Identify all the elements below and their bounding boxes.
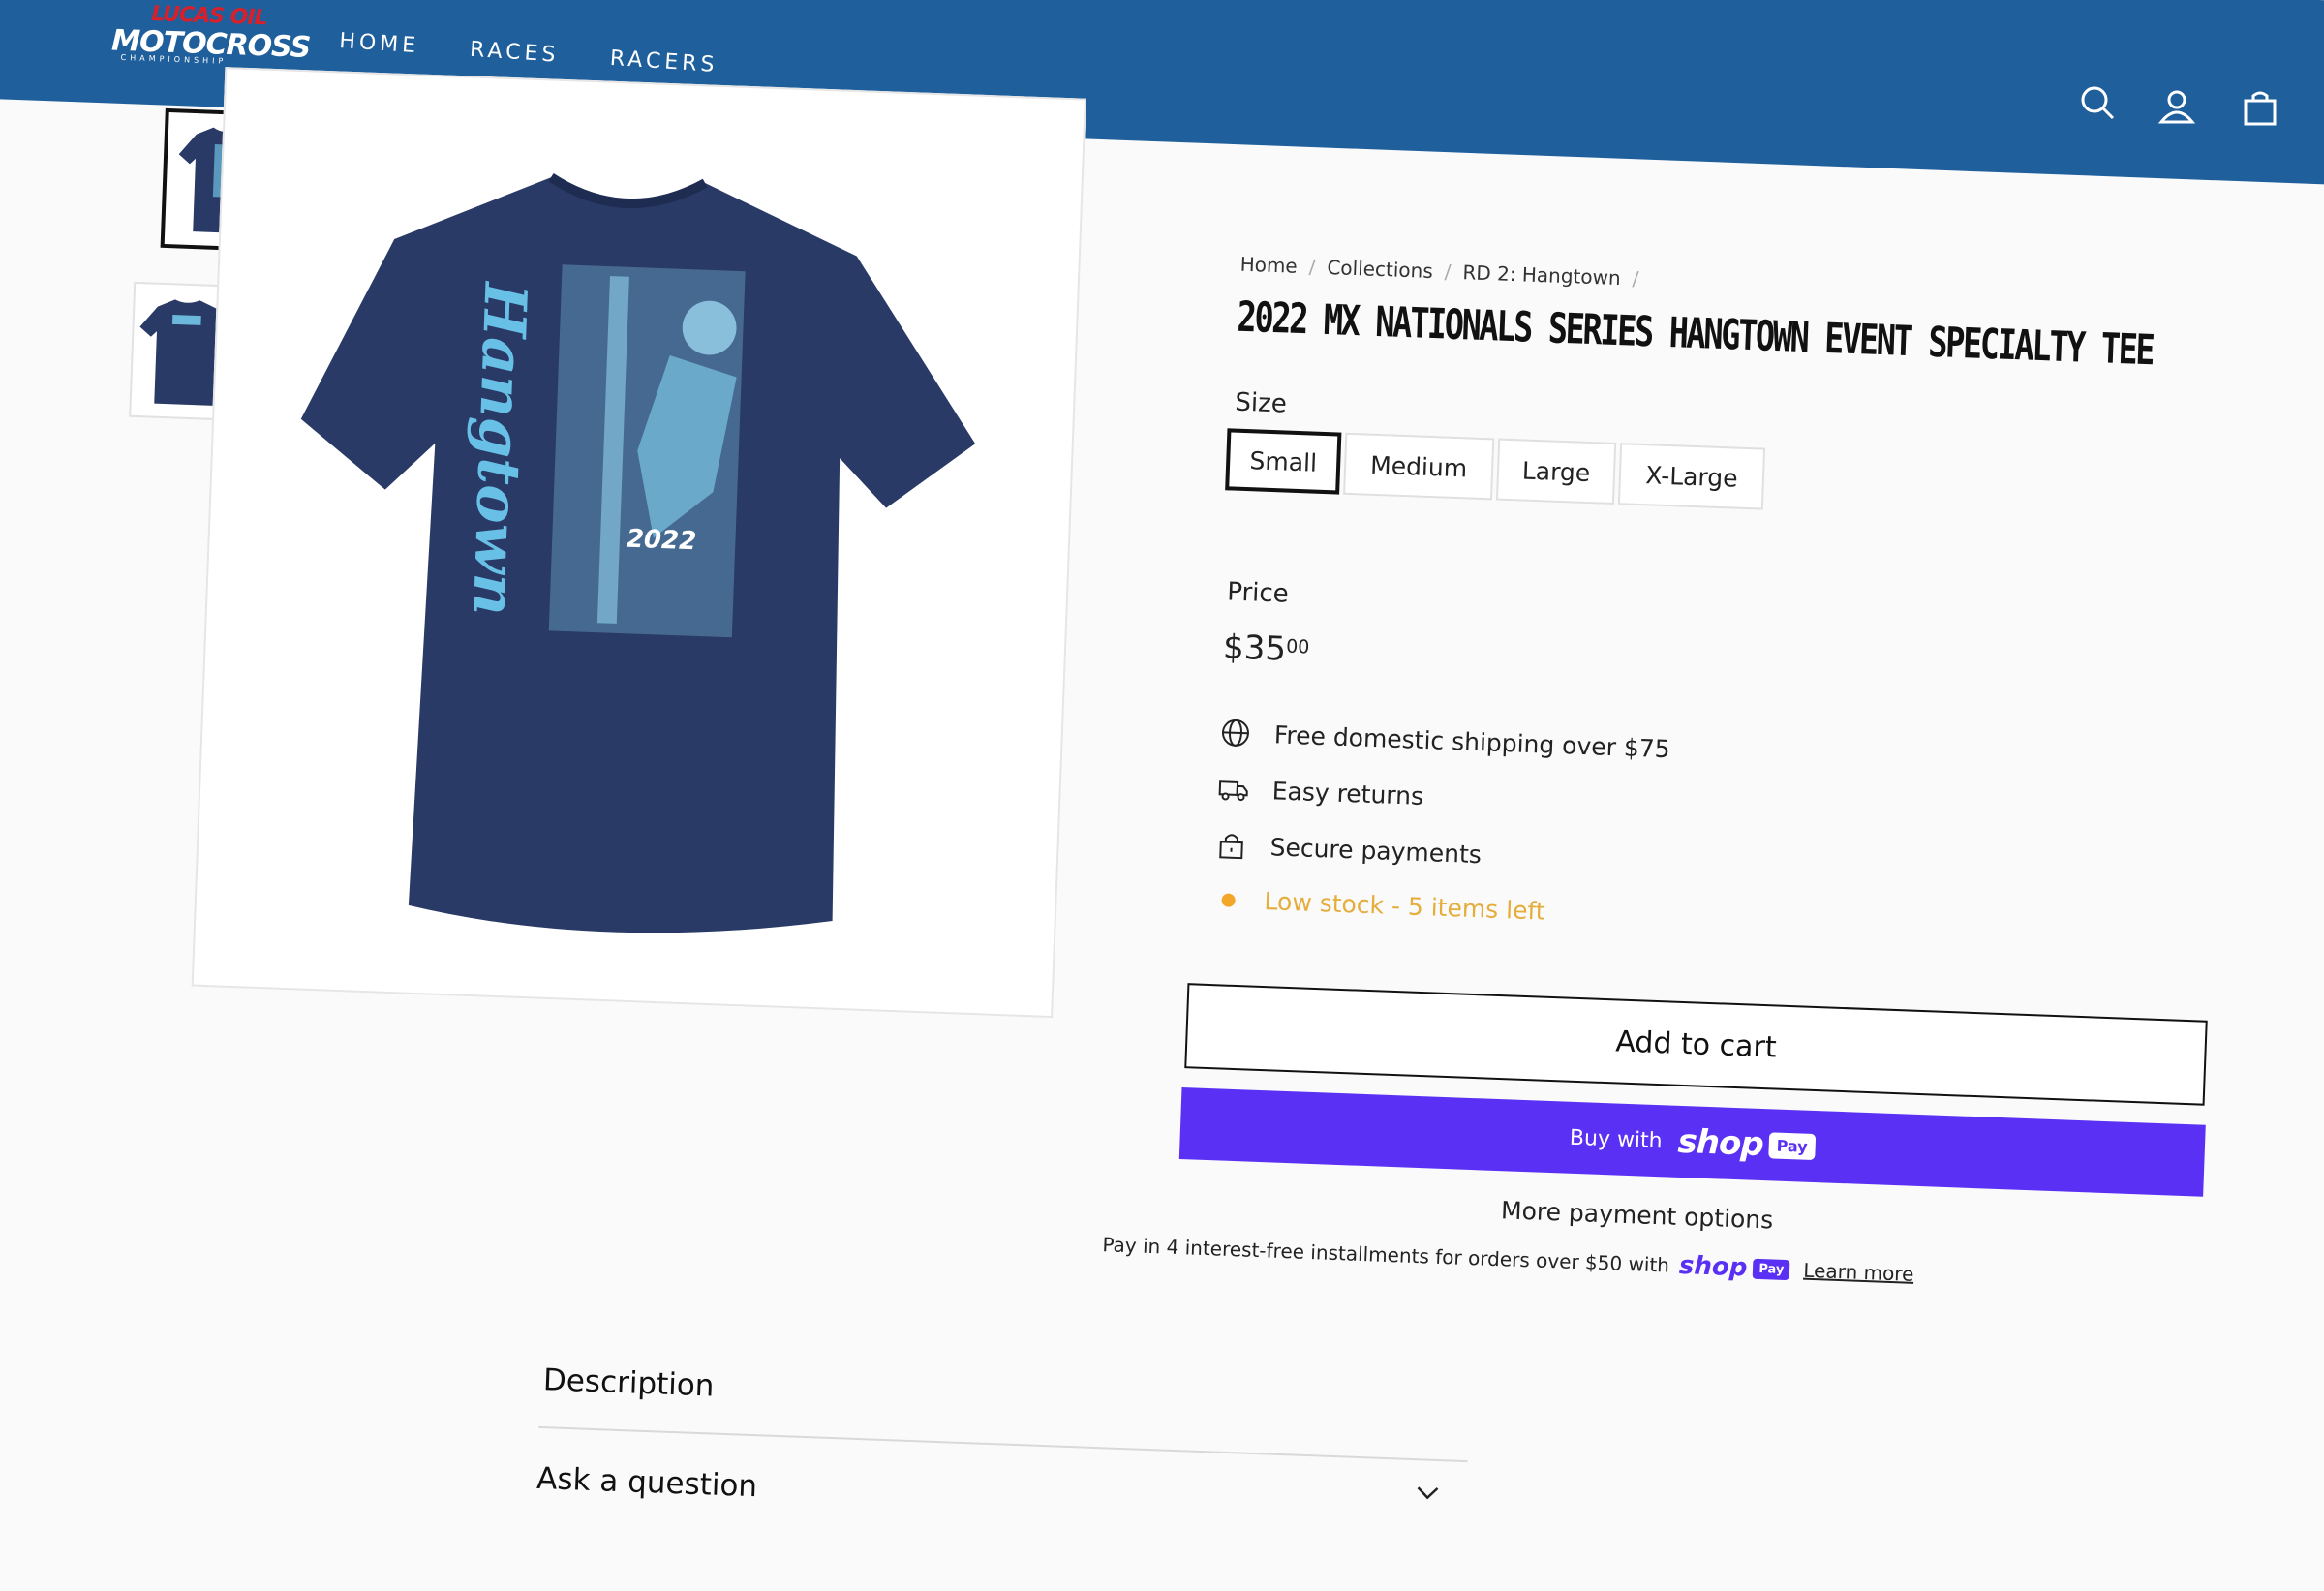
size-option-large[interactable]: Large — [1496, 439, 1616, 505]
print-year: 2022 — [626, 525, 696, 557]
installments-shop-logo: shop — [1678, 1251, 1748, 1283]
buy-with-label: Buy with — [1569, 1125, 1663, 1152]
size-label: Size — [1235, 388, 1287, 419]
product-page: Hangtown 2022 Home / Collections / RD 2: Han… — [0, 0, 2324, 1591]
breadcrumb: Home / Collections / RD 2: Hangtown / — [1239, 253, 1651, 291]
low-stock-text: Low stock - 5 items left — [1264, 887, 1545, 926]
breadcrumb-separator: / — [1632, 267, 1639, 291]
installments-text: Pay in 4 interest-free installments for … — [1102, 1233, 1669, 1276]
chevron-down-icon[interactable] — [1415, 1484, 1441, 1502]
accordion-ask-question[interactable]: Ask a question — [536, 1461, 758, 1504]
truck-icon — [1217, 773, 1249, 805]
accordion-description[interactable]: Description — [542, 1362, 715, 1403]
feature-low-stock: Low stock - 5 items left — [1213, 885, 1545, 926]
shop-pay-button[interactable]: Buy with shop Pay — [1179, 1087, 2206, 1197]
learn-more-link[interactable]: Learn more — [1803, 1259, 1914, 1286]
add-to-cart-button[interactable]: Add to cart — [1184, 983, 2208, 1106]
price-main: $35 — [1222, 627, 1286, 668]
size-option-medium[interactable]: Medium — [1343, 433, 1494, 501]
installments-pay-badge: Pay — [1753, 1258, 1790, 1279]
product-price: $3500 — [1222, 627, 1309, 669]
breadcrumb-separator: / — [1444, 260, 1452, 283]
lock-icon — [1215, 829, 1247, 861]
size-option-xlarge[interactable]: X-Large — [1618, 443, 1765, 509]
installments-note: Pay in 4 interest-free installments for … — [1102, 1230, 1914, 1289]
stock-dot-icon — [1221, 893, 1236, 907]
pay-badge: Pay — [1768, 1132, 1816, 1160]
accordion-divider — [538, 1426, 1467, 1462]
breadcrumb-home[interactable]: Home — [1239, 253, 1298, 278]
feature-payments-text: Secure payments — [1269, 833, 1482, 869]
breadcrumb-current[interactable]: RD 2: Hangtown — [1462, 260, 1621, 290]
feature-returns-text: Easy returns — [1271, 777, 1423, 811]
breadcrumb-collections[interactable]: Collections — [1327, 256, 1433, 283]
size-option-small[interactable]: Small — [1225, 428, 1341, 494]
breadcrumb-separator: / — [1308, 255, 1316, 278]
price-cents: 00 — [1286, 636, 1310, 658]
shop-logo: shop — [1677, 1122, 1764, 1164]
feature-shipping-text: Free domestic shipping over $75 — [1273, 720, 1670, 763]
globe-icon — [1219, 717, 1251, 749]
feature-returns: Easy returns — [1217, 773, 1423, 811]
feature-shipping: Free domestic shipping over $75 — [1219, 717, 1670, 764]
price-label: Price — [1227, 577, 1289, 608]
product-title: 2022 MX NATIONALS SERIES HANGTOWN EVENT … — [1237, 293, 2154, 376]
feature-payments: Secure payments — [1215, 829, 1482, 870]
main-product-image[interactable]: Hangtown 2022 — [192, 67, 1086, 1018]
more-payment-options-link[interactable]: More payment options — [1501, 1196, 1774, 1234]
print-word: Hangtown — [459, 282, 539, 617]
